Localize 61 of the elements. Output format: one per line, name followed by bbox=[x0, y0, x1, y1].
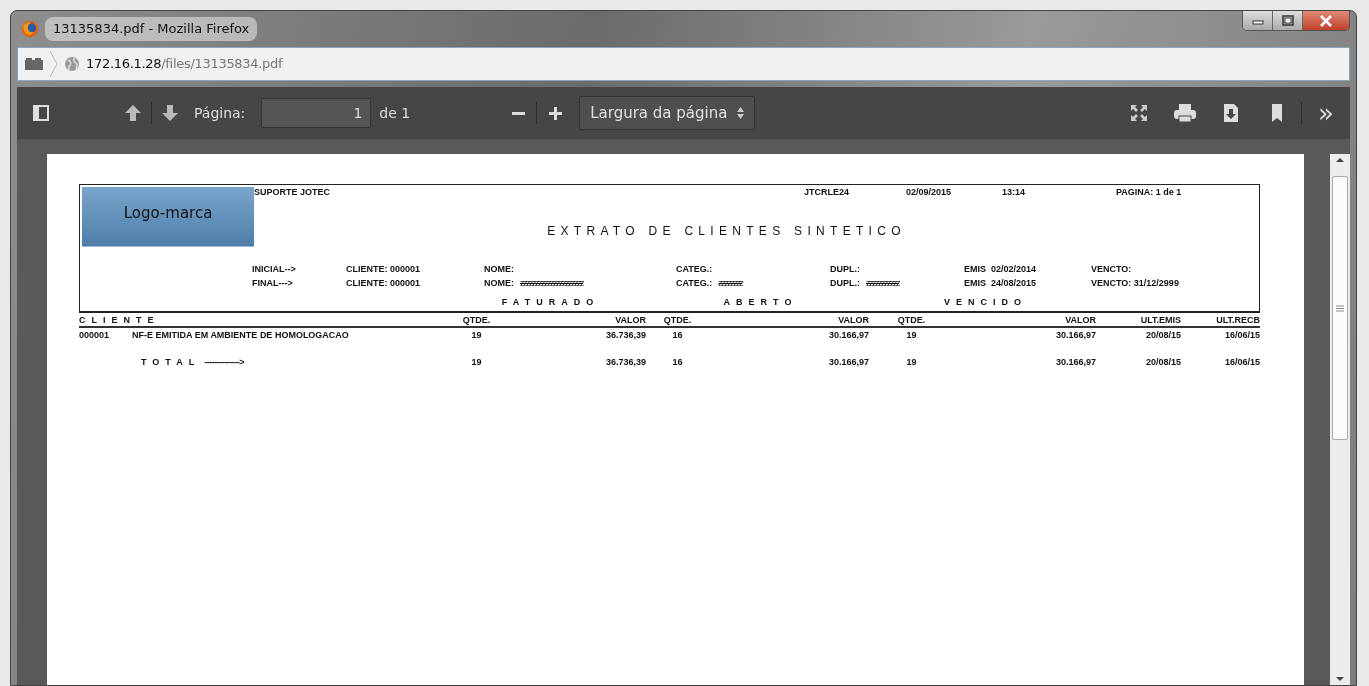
column-header: ULT.EMIS bbox=[1139, 315, 1181, 327]
column-header: VALOR bbox=[614, 315, 646, 327]
column-header: QTDE. bbox=[461, 315, 492, 327]
program-code: JTCRLE24 bbox=[804, 187, 850, 198]
zoom-select[interactable]: Largura da página bbox=[579, 96, 756, 130]
total-cell-text: 19 bbox=[905, 356, 918, 368]
filter-text: EMIS 24/08/2015 bbox=[964, 277, 1038, 289]
total-cell-text: 16 bbox=[671, 356, 684, 368]
column-header: QTDE. bbox=[896, 315, 927, 327]
table-cell-text: 19 bbox=[905, 329, 918, 341]
table-cell-text: 30.166,97 bbox=[827, 329, 869, 341]
table-cell-text: 36.736,39 bbox=[604, 329, 646, 341]
page-number-field[interactable]: 1 bbox=[261, 98, 372, 128]
filter-text: DUPL.: bbox=[830, 264, 861, 275]
filter-text: NOME: bbox=[484, 264, 515, 275]
total-arrow: --------------> bbox=[204, 357, 244, 368]
column-header: CLIENTE bbox=[79, 315, 161, 327]
filter-text: CLIENTE: 000001 bbox=[346, 264, 422, 275]
report-date: 02/09/2015 bbox=[906, 187, 953, 198]
total-cell-text: 19 bbox=[470, 356, 483, 368]
client-code: 000001 bbox=[79, 330, 110, 341]
table-cell-text: 30.166,97 bbox=[1054, 329, 1096, 341]
table-cell-text: 16/06/15 bbox=[1223, 329, 1260, 341]
total-label: TOTAL bbox=[141, 357, 201, 368]
filter-text: CATEG.: bbox=[676, 264, 714, 275]
page-number-text: PAGINA: 1 de 1 bbox=[1116, 187, 1183, 198]
url-text[interactable]: 172.16.1.28/files/13135834.pdf bbox=[86, 54, 283, 74]
total-cell-text: 20/08/15 bbox=[1144, 356, 1181, 368]
filter-text: CATEG.: zzzzzzzz bbox=[676, 277, 744, 289]
column-header: VALOR bbox=[837, 315, 869, 327]
filter-text: EMIS 02/02/2014 bbox=[964, 264, 1038, 275]
company-logo: Logo-marca bbox=[82, 187, 254, 247]
address-bar[interactable]: 172.16.1.28/files/13135834.pdf bbox=[17, 47, 1350, 81]
column-group-heading: FATURADO bbox=[500, 296, 601, 308]
total-cell-text: 36.736,39 bbox=[604, 356, 646, 368]
filter-text: VENCTO: 31/12/2999 bbox=[1091, 277, 1180, 289]
window-title: 13135834.pdf - Mozilla Firefox bbox=[45, 17, 258, 41]
report-time: 13:14 bbox=[1002, 187, 1027, 198]
column-header: QTDE. bbox=[662, 315, 693, 327]
company-name: SUPORTE JOTEC bbox=[254, 187, 331, 198]
filter-text: FINAL---> bbox=[252, 277, 294, 289]
table-cell-text: 19 bbox=[470, 329, 483, 341]
total-cell-text: 30.166,97 bbox=[1054, 356, 1096, 368]
column-header: VALOR bbox=[1064, 315, 1096, 327]
page-count: de 1 bbox=[379, 103, 411, 123]
filter-text: NOME: zzzzzzzzzzzzzzzzzzzzz bbox=[484, 277, 585, 289]
filter-text: CLIENTE: 000001 bbox=[346, 277, 422, 289]
report-title: EXTRATO DE CLIENTES SINTETICO bbox=[546, 223, 907, 239]
more-tools-button[interactable]: » bbox=[1310, 98, 1342, 128]
column-group-heading: ABERTO bbox=[722, 296, 799, 308]
total-cell-text: 30.166,97 bbox=[827, 356, 869, 368]
column-group-heading: VENCIDO bbox=[943, 296, 1028, 308]
filter-text: VENCTO: bbox=[1091, 264, 1133, 275]
client-name: NF-E EMITIDA EM AMBIENTE DE HOMOLOGACAO bbox=[132, 330, 349, 341]
column-header: ULT.RECB bbox=[1215, 315, 1260, 327]
filter-text: INICIAL--> bbox=[252, 264, 297, 275]
total-cell-text: 16/06/15 bbox=[1223, 356, 1260, 368]
table-cell-text: 20/08/15 bbox=[1144, 329, 1181, 341]
table-cell-text: 16 bbox=[671, 329, 684, 341]
page-label: Página: bbox=[194, 103, 246, 123]
filter-text: DUPL.: zzzzzzzzzzz bbox=[830, 277, 901, 289]
